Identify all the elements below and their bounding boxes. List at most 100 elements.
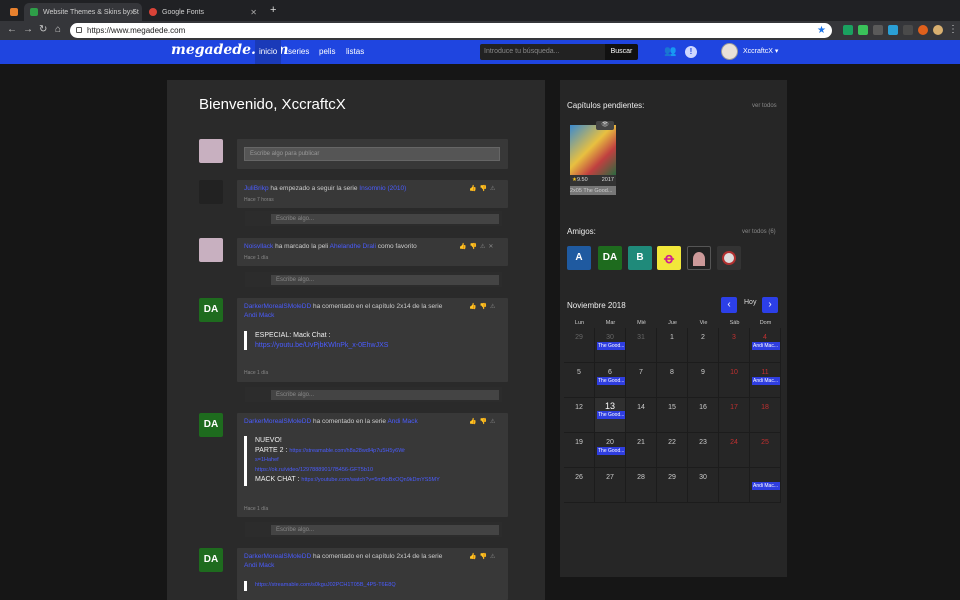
feed-actions[interactable]: 👍👎⚠ — [469, 185, 498, 192]
calendar-event[interactable]: Andi Mac... — [752, 482, 780, 490]
feed-actions[interactable]: 👍👎⚠✕ — [459, 243, 496, 250]
friends-see-all-link[interactable]: ver todos (6) — [742, 229, 776, 235]
calendar-day[interactable]: 23 — [688, 433, 719, 468]
calendar-event[interactable]: The Good... — [597, 377, 625, 385]
new-tab-icon[interactable]: + — [270, 5, 276, 16]
browser-tab-themes[interactable]: Website Themes & Skins by St ✕ — [24, 3, 142, 21]
calendar-day[interactable]: 8 — [657, 363, 688, 398]
calendar-day[interactable]: 4 Andi Mac... — [750, 328, 781, 363]
menu-kebab-icon[interactable]: ⋮ — [948, 24, 958, 36]
calendar-day[interactable]: 16 — [688, 398, 719, 433]
nav-inicio[interactable]: inicio — [255, 40, 282, 64]
user-avatar-da[interactable]: DA — [199, 298, 223, 322]
extension-icon[interactable] — [843, 25, 853, 35]
user-avatar[interactable] — [721, 43, 738, 60]
feed-user-link[interactable]: DarkerMorealSMoleDD — [244, 553, 311, 560]
pending-see-all-link[interactable]: ver todos — [752, 103, 777, 109]
friend-avatar[interactable] — [717, 246, 741, 270]
feed-target-link[interactable]: Insomnio (2010) — [359, 185, 406, 192]
quote-link[interactable]: https://streamable.com/s0kguJ02PCH1T05B_… — [255, 581, 444, 591]
calendar-day[interactable]: 30 The Good... — [595, 328, 626, 363]
notifications-icon[interactable]: ! — [685, 46, 697, 58]
reload-icon[interactable]: ↻ — [39, 24, 47, 36]
comment-input[interactable]: Escribe algo... — [271, 214, 499, 224]
back-icon[interactable]: ← — [7, 24, 17, 36]
nav-listas[interactable]: listas — [342, 40, 368, 64]
quote-link[interactable]: s=1Hahef — [255, 456, 444, 466]
user-menu[interactable]: XccraftcX ▾ — [743, 40, 778, 64]
eye-icon[interactable]: 👁 — [596, 121, 614, 130]
calendar-day[interactable]: 5 — [564, 363, 595, 398]
calendar-event[interactable]: Andi Mac... — [752, 377, 780, 385]
calendar-day[interactable]: 11 Andi Mac... — [750, 363, 781, 398]
calendar-day[interactable] — [719, 468, 750, 503]
user-avatar-da[interactable]: DA — [199, 413, 223, 437]
extension-icon[interactable] — [903, 25, 913, 35]
calendar-today-button[interactable]: Hoy — [744, 299, 756, 306]
feed-target-link[interactable]: Andi Mack — [387, 418, 417, 425]
search-button[interactable]: Buscar — [605, 44, 638, 60]
calendar-event[interactable]: The Good... — [597, 411, 625, 419]
comment-input[interactable]: Escribe algo... — [271, 275, 499, 285]
calendar-day[interactable]: 26 — [564, 468, 595, 503]
quote-link[interactable]: https://streamable.com/h8a28wdl4p7u5H5y6… — [289, 448, 405, 454]
comment-input[interactable]: Escribe algo... — [271, 525, 499, 535]
quote-link[interactable]: https://youtube.com/watch?v=5mBoBxOQn9kD… — [301, 477, 439, 483]
browser-tab-google-fonts[interactable]: Google Fonts ✕ — [143, 3, 263, 21]
calendar-day[interactable]: 25 — [750, 433, 781, 468]
calendar-day[interactable]: 21 — [626, 433, 657, 468]
extension-icon[interactable] — [918, 25, 928, 35]
calendar-day[interactable]: 24 — [719, 433, 750, 468]
feed-user-link[interactable]: Noisvllack — [244, 243, 273, 250]
quote-link[interactable]: https://youtu.be/UvPjbKWlnPk_x-0EhwJXS — [255, 341, 444, 351]
calendar-day[interactable]: 6 The Good... — [595, 363, 626, 398]
calendar-day[interactable]: 12 — [564, 398, 595, 433]
quote-link[interactable]: https://ok.ru/video/1297888901/7B456-GFT… — [255, 466, 444, 476]
calendar-next-button[interactable]: › — [762, 297, 778, 313]
home-icon[interactable]: ⌂ — [55, 24, 61, 36]
calendar-day[interactable]: 7 — [626, 363, 657, 398]
calendar-day[interactable]: 29 — [657, 468, 688, 503]
user-avatar-da[interactable]: DA — [199, 548, 223, 572]
calendar-day[interactable]: 30 — [688, 468, 719, 503]
friend-avatar[interactable]: A — [567, 246, 591, 270]
forward-icon[interactable]: → — [23, 24, 33, 36]
calendar-day[interactable]: 29 — [564, 328, 595, 363]
calendar-day[interactable]: 22 — [657, 433, 688, 468]
post-input[interactable]: Escribe algo para publicar — [244, 147, 500, 161]
friend-avatar[interactable]: B — [628, 246, 652, 270]
comment-input[interactable]: Escribe algo... — [271, 390, 499, 400]
bookmark-star-icon[interactable]: ★ — [817, 23, 826, 38]
calendar-event[interactable]: The Good... — [597, 342, 625, 350]
calendar-day[interactable]: 9 — [688, 363, 719, 398]
feed-actions[interactable]: 👍👎⚠ — [469, 553, 498, 560]
calendar-day[interactable]: 3 — [719, 328, 750, 363]
user-avatar-julibrikp[interactable] — [199, 180, 223, 204]
user-avatar-noisvllack[interactable] — [199, 238, 223, 262]
extension-icon[interactable] — [873, 25, 883, 35]
calendar-day[interactable]: 31 — [626, 328, 657, 363]
calendar-event[interactable]: Andi Mac... — [752, 342, 780, 350]
feed-target-link[interactable]: Andi Mack — [244, 562, 274, 569]
calendar-day[interactable]: 28 — [626, 468, 657, 503]
feed-user-link[interactable]: DarkerMorealSMoleDD — [244, 303, 311, 310]
close-tab-icon[interactable]: ✕ — [250, 8, 257, 17]
extension-shield-icon[interactable] — [858, 25, 868, 35]
feed-target-link[interactable]: Andi Mack — [244, 312, 274, 319]
calendar-day[interactable]: 2 — [688, 328, 719, 363]
calendar-day[interactable]: 14 — [626, 398, 657, 433]
calendar-day[interactable]: 10 — [719, 363, 750, 398]
friends-icon[interactable]: 👥 — [664, 46, 676, 58]
calendar-day[interactable]: 15 — [657, 398, 688, 433]
calendar-day[interactable]: Andi Mac... — [750, 468, 781, 503]
friend-avatar[interactable]: ꝋ — [657, 246, 681, 270]
calendar-day[interactable]: 27 — [595, 468, 626, 503]
calendar-day[interactable]: 19 — [564, 433, 595, 468]
address-bar[interactable]: https://www.megadede.com ★ — [70, 23, 832, 38]
calendar-day[interactable]: 18 — [750, 398, 781, 433]
calendar-day[interactable]: 20 The Good... — [595, 433, 626, 468]
calendar-event[interactable]: The Good... — [597, 447, 625, 455]
calendar-day[interactable]: 13 The Good... — [595, 398, 626, 433]
nav-pelis[interactable]: pelis — [315, 40, 339, 64]
profile-avatar-icon[interactable] — [933, 25, 943, 35]
